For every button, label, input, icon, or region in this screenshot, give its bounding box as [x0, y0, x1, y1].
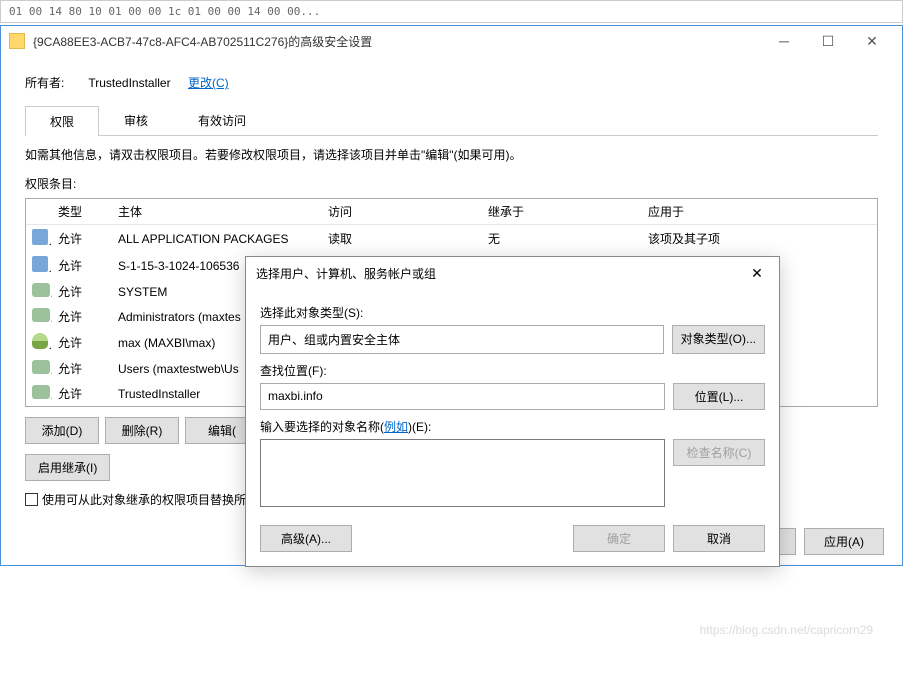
- dialog-ok-button[interactable]: 确定: [573, 525, 665, 552]
- location-field: maxbi.info: [260, 383, 665, 410]
- col-principal[interactable]: 主体: [112, 199, 322, 224]
- object-names-input[interactable]: [260, 439, 665, 507]
- cell-type: 允许: [52, 356, 112, 381]
- col-apply[interactable]: 应用于: [642, 199, 877, 224]
- cell-type: 允许: [52, 330, 112, 355]
- remove-button[interactable]: 删除(R): [105, 417, 179, 444]
- entries-label: 权限条目:: [25, 175, 878, 192]
- col-access[interactable]: 访问: [322, 199, 482, 224]
- cell-type: 允许: [52, 279, 112, 304]
- cell-type: 允许: [52, 304, 112, 329]
- change-owner-link[interactable]: 更改(C): [188, 76, 229, 90]
- principal-icon: [32, 256, 48, 272]
- tabs: 权限 审核 有效访问: [25, 105, 878, 136]
- owner-value: TrustedInstaller: [88, 76, 170, 90]
- cell-type: 允许: [52, 253, 112, 278]
- titlebar: {9CA88EE3-ACB7-47c8-AFC4-AB702511C276}的高…: [1, 26, 902, 56]
- replace-children-checkbox[interactable]: [25, 493, 38, 506]
- principal-icon: [32, 229, 48, 245]
- table-row[interactable]: 允许ALL APPLICATION PACKAGES读取无该项及其子项: [26, 225, 877, 252]
- cell-type: 允许: [52, 226, 112, 251]
- window-title: {9CA88EE3-ACB7-47c8-AFC4-AB702511C276}的高…: [33, 33, 762, 50]
- dialog-close-button[interactable]: ✕: [745, 265, 769, 282]
- principal-icon: [32, 308, 50, 322]
- dialog-title: 选择用户、计算机、服务帐户或组: [256, 265, 745, 282]
- tab-permissions[interactable]: 权限: [25, 106, 99, 136]
- locations-button[interactable]: 位置(L)...: [673, 383, 765, 410]
- dialog-titlebar: 选择用户、计算机、服务帐户或组 ✕: [246, 257, 779, 290]
- cell-access: 读取: [322, 226, 482, 251]
- object-names-label: 输入要选择的对象名称(例如)(E):: [260, 418, 765, 435]
- background-strip: 01 00 14 80 10 01 00 00 1c 01 00 00 14 0…: [0, 0, 903, 23]
- add-button[interactable]: 添加(D): [25, 417, 99, 444]
- principal-icon: [32, 360, 50, 374]
- examples-link[interactable]: 例如: [384, 420, 408, 434]
- tab-audit[interactable]: 审核: [99, 105, 173, 135]
- col-inherit[interactable]: 继承于: [482, 199, 642, 224]
- object-types-button[interactable]: 对象类型(O)...: [672, 325, 765, 354]
- col-icon: [26, 199, 52, 224]
- dialog-footer: 高级(A)... 确定 取消: [260, 525, 765, 552]
- dialog-cancel-button[interactable]: 取消: [673, 525, 765, 552]
- close-button[interactable]: ✕: [850, 26, 894, 56]
- principal-icon: [32, 283, 50, 297]
- dialog-body: 选择此对象类型(S): 用户、组或内置安全主体 对象类型(O)... 查找位置(…: [246, 290, 779, 566]
- col-type[interactable]: 类型: [52, 199, 112, 224]
- tab-effective-access[interactable]: 有效访问: [173, 105, 271, 135]
- cell-type: 允许: [52, 381, 112, 406]
- cell-apply: 该项及其子项: [642, 226, 877, 251]
- minimize-button[interactable]: ─: [762, 26, 806, 56]
- select-users-dialog: 选择用户、计算机、服务帐户或组 ✕ 选择此对象类型(S): 用户、组或内置安全主…: [245, 256, 780, 567]
- check-names-button[interactable]: 检查名称(C): [673, 439, 765, 466]
- folder-icon: [9, 33, 25, 49]
- help-text: 如需其他信息，请双击权限项目。若要修改权限项目，请选择该项目并单击"编辑"(如果…: [25, 146, 878, 163]
- watermark: https://blog.csdn.net/capricorn29: [700, 623, 873, 637]
- apply-button[interactable]: 应用(A): [804, 528, 884, 555]
- owner-label: 所有者:: [25, 74, 85, 91]
- cell-inherit: 无: [482, 226, 642, 251]
- object-type-field: 用户、组或内置安全主体: [260, 325, 664, 354]
- maximize-button[interactable]: ☐: [806, 26, 850, 56]
- advanced-button[interactable]: 高级(A)...: [260, 525, 352, 552]
- principal-icon: [32, 333, 48, 349]
- object-type-label: 选择此对象类型(S):: [260, 304, 765, 321]
- location-label: 查找位置(F):: [260, 362, 765, 379]
- window-controls: ─ ☐ ✕: [762, 26, 894, 56]
- enable-inherit-button[interactable]: 启用继承(I): [25, 454, 110, 481]
- table-header: 类型 主体 访问 继承于 应用于: [26, 199, 877, 225]
- owner-row: 所有者: TrustedInstaller 更改(C): [25, 74, 878, 91]
- principal-icon: [32, 385, 50, 399]
- cell-principal: ALL APPLICATION PACKAGES: [112, 228, 322, 250]
